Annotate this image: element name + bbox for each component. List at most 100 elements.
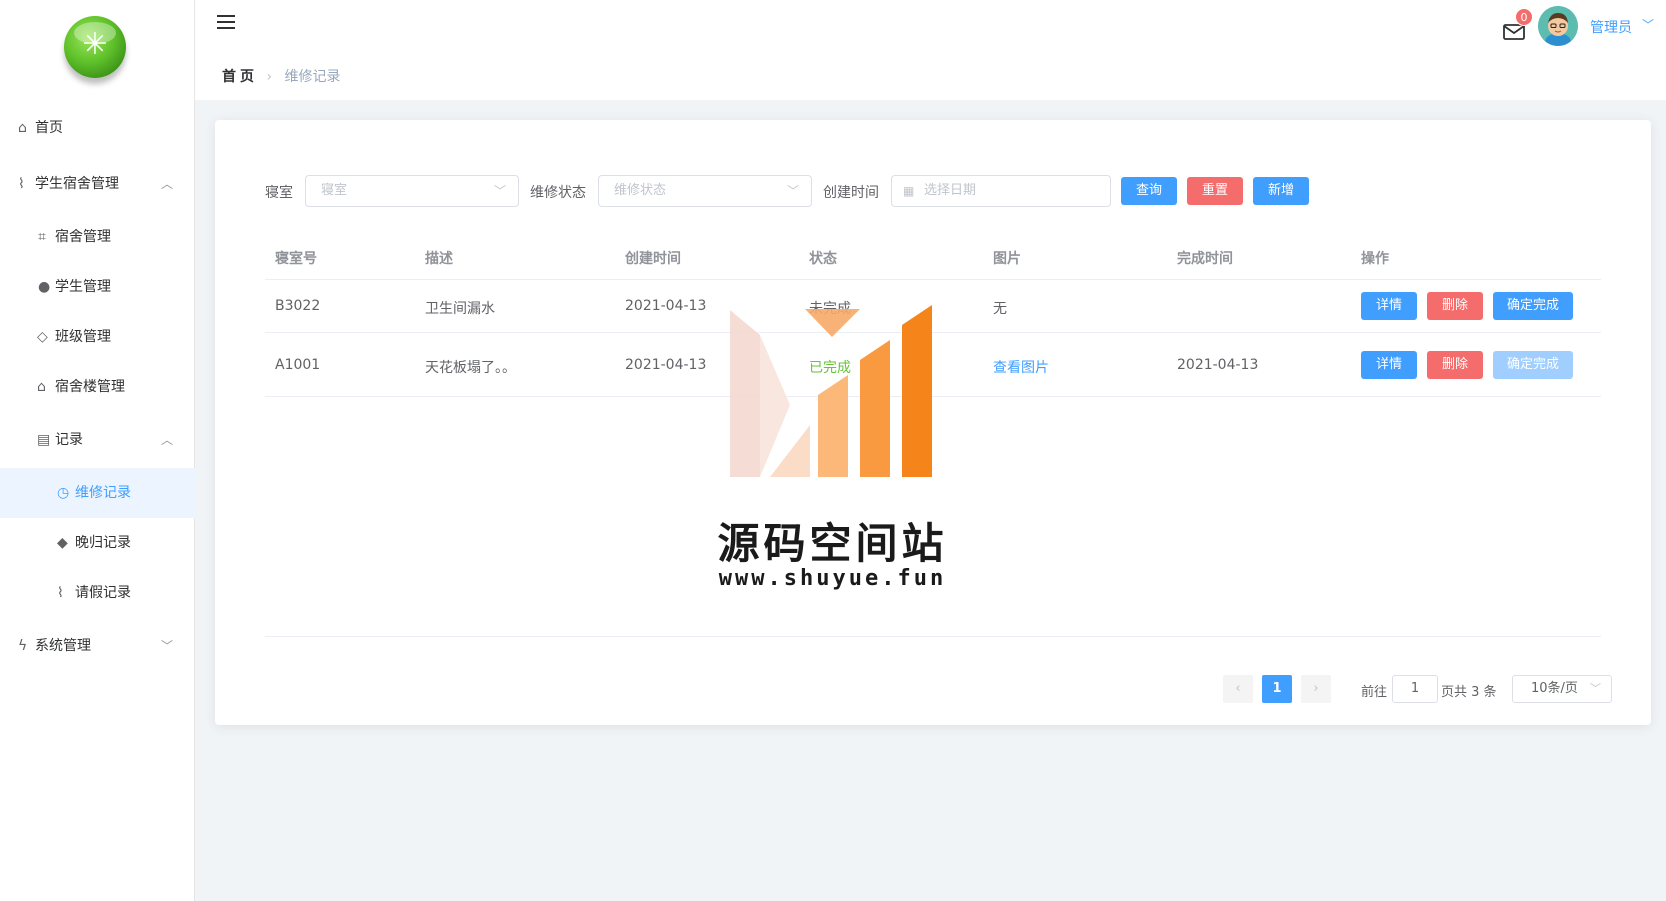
watermark-title: 源码空间站 <box>717 519 948 568</box>
logo-star-icon: ✳ <box>82 27 108 62</box>
sidebar-item-leave[interactable]: ⌇ 请假记录 <box>0 568 195 618</box>
sidebar-item-label: 记录 <box>55 432 83 448</box>
house-icon: ⌂ <box>37 379 46 395</box>
goto-label: 前往 <box>1361 685 1388 700</box>
watermark-logo <box>730 305 932 477</box>
page-number[interactable]: 1 <box>1262 675 1292 703</box>
home-icon: ⌂ <box>18 120 27 136</box>
user-name[interactable]: 管理员 <box>1590 17 1632 37</box>
cell-image: 无 <box>993 301 1007 317</box>
sidebar-item-class[interactable]: ◇ 班级管理 <box>0 312 195 362</box>
column-header: 图片 <box>993 251 1021 267</box>
mail-badge: 0 <box>1515 8 1533 26</box>
chevron-down-icon: ﹀ <box>1590 682 1601 695</box>
sidebar-item-label: 班级管理 <box>55 329 111 345</box>
detail-button[interactable]: 详情 <box>1361 351 1417 379</box>
confirm-complete-button-disabled: 确定完成 <box>1493 351 1573 379</box>
sidebar-item-dorm[interactable]: ⌗ 宿舍管理 <box>0 212 195 262</box>
chevron-down-icon[interactable]: ﹀ <box>1642 16 1654 33</box>
sidebar-item-label: 请假记录 <box>75 585 131 601</box>
breadcrumb-current: 维修记录 <box>284 69 341 85</box>
sidebar: ✳ ⌂ 首页 ⌇ 学生宿舍管理 ︿ ⌗ 宿舍管理 ● 学生管理 ◇ 班级管理 ⌂… <box>0 0 195 901</box>
column-header: 操作 <box>1361 251 1389 267</box>
room-label: 寝室 <box>265 185 293 201</box>
divider <box>265 636 1601 637</box>
column-header: 描述 <box>425 251 453 267</box>
document-icon: ▤ <box>37 432 51 448</box>
sidebar-item-building[interactable]: ⌂ 宿舍楼管理 <box>0 362 195 412</box>
crop-icon: ⌗ <box>38 229 46 245</box>
cell-created: 2021-04-13 <box>625 357 707 373</box>
sidebar-item-label: 宿舍楼管理 <box>55 379 125 395</box>
next-page-button[interactable]: › <box>1301 675 1331 703</box>
status-select[interactable]: 维修状态 ﹀ <box>598 175 812 207</box>
column-header: 寝室号 <box>275 251 317 267</box>
sidebar-item-system[interactable]: ϟ 系统管理 ﹀ <box>0 621 195 671</box>
chevron-up-icon: ︿ <box>160 433 173 447</box>
chevron-up-icon: ︿ <box>160 177 173 191</box>
prev-page-button[interactable]: ‹ <box>1223 675 1253 703</box>
sidebar-item-late-return[interactable]: ◆ 晚归记录 <box>0 518 195 568</box>
sidebar-item-label: 首页 <box>35 120 63 136</box>
watermark-url: www.shuyue.fun <box>718 566 947 591</box>
status-label: 维修状态 <box>530 185 586 201</box>
lightning-icon: ϟ <box>18 638 28 654</box>
sidebar-item-student[interactable]: ● 学生管理 <box>0 262 195 312</box>
cell-description: 卫生间漏水 <box>425 301 495 317</box>
paperclip-icon: ⌇ <box>57 585 64 601</box>
cell-description: 天花板塌了。。 <box>425 360 516 376</box>
breadcrumb: 首页 › 维修记录 <box>222 66 341 86</box>
chevron-down-icon: ﹀ <box>786 184 799 198</box>
cell-room: A1001 <box>275 357 321 373</box>
menu-toggle-icon[interactable] <box>217 14 237 30</box>
cell-created: 2021-04-13 <box>625 298 707 314</box>
column-header: 创建时间 <box>625 251 681 267</box>
graduation-cap-icon: ◇ <box>37 329 48 345</box>
add-button[interactable]: 新增 <box>1253 177 1309 205</box>
view-image-link[interactable]: 查看图片 <box>993 357 1049 377</box>
cell-room: B3022 <box>275 298 321 314</box>
breadcrumb-separator-icon: › <box>266 69 273 85</box>
sidebar-item-label: 学生管理 <box>55 279 111 295</box>
sidebar-item-home[interactable]: ⌂ 首页 <box>0 103 195 153</box>
sidebar-item-records[interactable]: ▤ 记录 ︿ <box>0 415 195 465</box>
avatar[interactable] <box>1538 6 1578 46</box>
cell-finished: 2021-04-13 <box>1177 357 1259 373</box>
divider <box>265 279 1601 280</box>
reset-button[interactable]: 重置 <box>1187 177 1243 205</box>
room-select-placeholder: 寝室 <box>321 183 348 198</box>
paperclip-icon: ⌇ <box>18 176 25 192</box>
sidebar-item-label: 晚归记录 <box>75 535 131 551</box>
sidebar-item-label: 系统管理 <box>35 638 91 654</box>
query-button[interactable]: 查询 <box>1121 177 1177 205</box>
chevron-down-icon: ﹀ <box>160 639 173 653</box>
logo: ✳ <box>64 16 126 78</box>
header: 首页 › 维修记录 0 管理员 ﹀ <box>195 0 1666 100</box>
sidebar-item-student-dorm[interactable]: ⌇ 学生宿舍管理 ︿ <box>0 159 195 209</box>
chevron-down-icon: ﹀ <box>493 184 506 198</box>
room-select[interactable]: 寝室 ﹀ <box>305 175 519 207</box>
created-time-label: 创建时间 <box>823 185 879 201</box>
sidebar-item-repair-records[interactable]: ◷ 维修记录 <box>0 468 195 518</box>
sidebar-item-label: 学生宿舍管理 <box>35 176 119 192</box>
page-size-select[interactable]: 10条/页 ﹀ <box>1512 675 1612 703</box>
status-select-placeholder: 维修状态 <box>614 183 667 198</box>
alarm-clock-icon: ◷ <box>57 485 70 501</box>
total-label: 页共 3 条 <box>1441 685 1497 700</box>
delete-button[interactable]: 删除 <box>1427 351 1483 379</box>
breadcrumb-home[interactable]: 首页 <box>222 69 258 85</box>
user-icon: ● <box>38 279 51 295</box>
column-header: 完成时间 <box>1177 251 1233 267</box>
tag-icon: ◆ <box>57 535 68 551</box>
goto-page-input[interactable]: 1 <box>1392 675 1438 703</box>
detail-button[interactable]: 详情 <box>1361 292 1417 320</box>
confirm-complete-button[interactable]: 确定完成 <box>1493 292 1573 320</box>
delete-button[interactable]: 删除 <box>1427 292 1483 320</box>
page-size-value: 10条/页 <box>1531 681 1578 696</box>
date-picker[interactable]: ▦ 选择日期 <box>891 175 1111 207</box>
date-picker-placeholder: 选择日期 <box>924 183 977 198</box>
sidebar-item-label: 宿舍管理 <box>55 229 111 245</box>
sidebar-item-label: 维修记录 <box>75 485 131 501</box>
calendar-icon: ▦ <box>903 184 915 198</box>
column-header: 状态 <box>809 251 837 267</box>
